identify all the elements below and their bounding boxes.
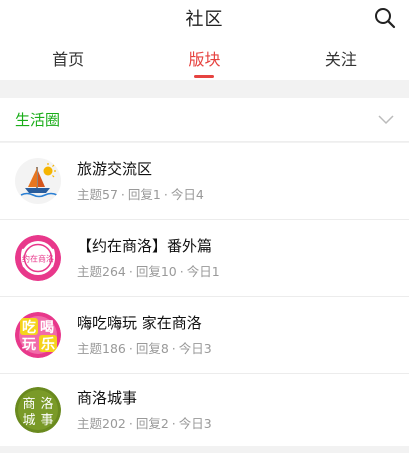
reply-count: 回复2 xyxy=(135,416,169,431)
separator: · xyxy=(179,264,184,279)
forum-item[interactable]: 吃 喝 玩 乐 嗨吃嗨玩 家在商洛 主题186 · 回复8 · 今日3 xyxy=(0,297,409,374)
search-icon[interactable] xyxy=(373,6,397,30)
active-tab-indicator xyxy=(194,75,215,78)
forum-item[interactable]: 旅游交流区 主题57 · 回复1 · 今日4 xyxy=(0,143,409,220)
shangluo-chengshi-logo: 商 洛 城 事 xyxy=(15,387,61,433)
separator: · xyxy=(171,416,176,431)
logo-text: 约在商洛 xyxy=(22,254,54,264)
page-title: 社区 xyxy=(185,9,224,30)
section-header-life-circle[interactable]: 生活圈 xyxy=(0,98,409,142)
reply-count: 回复1 xyxy=(127,187,161,202)
today-count: 今日4 xyxy=(170,187,204,202)
today-count: 今日3 xyxy=(178,341,212,356)
separator: · xyxy=(128,416,133,431)
tab-following[interactable]: 关注 xyxy=(273,36,409,80)
sailboat-icon xyxy=(15,158,61,204)
forum-stats: 主题202 · 回复2 · 今日3 xyxy=(77,416,212,432)
logo-text: 商 xyxy=(22,397,35,412)
separator: · xyxy=(163,187,168,202)
separator: · xyxy=(171,341,176,356)
logo-text: 玩 xyxy=(22,337,36,353)
logo-text: 乐 xyxy=(41,336,55,353)
tab-forums[interactable]: 版块 xyxy=(136,36,272,80)
logo-text: 喝 xyxy=(40,320,54,336)
forum-stats: 主题57 · 回复1 · 今日4 xyxy=(77,187,204,203)
forum-stats: 主题186 · 回复8 · 今日3 xyxy=(77,341,212,357)
forum-item[interactable]: 约在商洛 【约在商洛】番外篇 主题264 · 回复10 · 今日1 xyxy=(0,220,409,297)
top-bar: 社区 xyxy=(0,0,409,36)
tab-label: 关注 xyxy=(324,50,357,69)
logo-text: 城 xyxy=(22,413,35,428)
topic-count: 主题264 xyxy=(77,264,126,279)
reply-count: 回复8 xyxy=(135,341,169,356)
logo-text: 事 xyxy=(40,413,53,428)
chevron-down-icon[interactable] xyxy=(377,110,395,128)
chi-he-wan-le-logo: 吃 喝 玩 乐 xyxy=(15,312,61,358)
forum-list: 旅游交流区 主题57 · 回复1 · 今日4 约在商洛 【约在商洛】番外篇 主题264 ·… xyxy=(0,143,409,446)
forum-stats: 主题264 · 回复10 · 今日1 xyxy=(77,264,220,280)
topic-count: 主题202 xyxy=(77,416,126,431)
separator: · xyxy=(128,264,133,279)
tab-label: 版块 xyxy=(188,50,221,69)
forum-title: 【约在商洛】番外篇 xyxy=(77,237,213,255)
today-count: 今日3 xyxy=(178,416,212,431)
forum-title: 嗨吃嗨玩 家在商洛 xyxy=(77,314,202,332)
logo-text: 吃 xyxy=(22,319,36,336)
topic-count: 主题57 xyxy=(77,187,118,202)
tab-home[interactable]: 首页 xyxy=(0,36,136,80)
separator: · xyxy=(120,187,125,202)
forum-item[interactable]: 商 洛 城 事 商洛城事 主题202 · 回复2 · 今日3 xyxy=(0,374,409,446)
separator: · xyxy=(128,341,133,356)
reply-count: 回复10 xyxy=(135,264,177,279)
today-count: 今日1 xyxy=(186,264,220,279)
tab-label: 首页 xyxy=(52,50,85,69)
topic-count: 主题186 xyxy=(77,341,126,356)
section-label: 生活圈 xyxy=(15,111,61,129)
forum-title: 旅游交流区 xyxy=(77,160,153,178)
logo-text: 洛 xyxy=(40,397,53,412)
forum-title: 商洛城事 xyxy=(77,389,138,407)
yuezai-shangluo-logo: 约在商洛 xyxy=(15,235,61,281)
tab-bar: 首页 版块 关注 xyxy=(0,36,409,80)
